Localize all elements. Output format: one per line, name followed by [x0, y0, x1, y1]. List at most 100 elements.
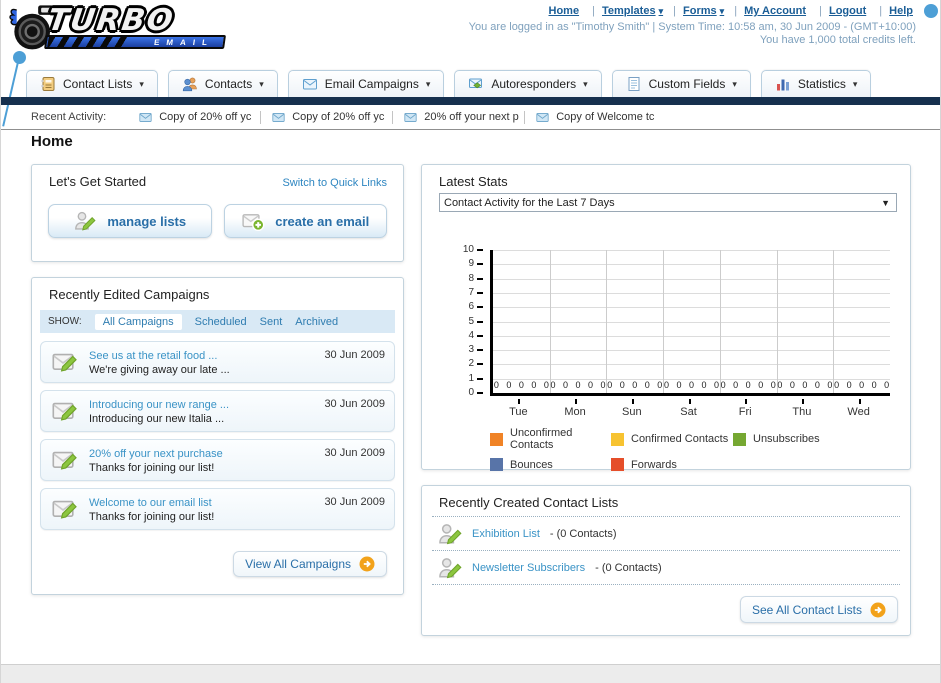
campaigns-list: See us at the retail food ... We're givi…	[40, 341, 395, 537]
switch-to-quick-links[interactable]: Switch to Quick Links	[282, 177, 387, 189]
y-axis-tick: 5	[448, 316, 483, 327]
list-edit-icon	[438, 556, 462, 580]
header-link[interactable]: Logout	[812, 5, 869, 17]
chevron-down-icon: ▾	[259, 78, 264, 89]
h-gridline	[493, 264, 890, 266]
contact-list-link[interactable]: Newsletter Subscribers	[472, 562, 585, 574]
campaign-edit-icon	[50, 495, 89, 521]
nav-tab[interactable]: Custom Fields ▾	[611, 70, 751, 97]
campaign-filter-label: All Campaigns	[102, 315, 174, 328]
app-logo[interactable]: TURBO EMAIL	[7, 3, 242, 56]
arrow-circle-icon	[870, 602, 886, 618]
campaign-title-link[interactable]: Welcome to our email list	[89, 496, 324, 510]
main-nav-tabs: Contact Lists ▾ Contacts ▾ Email Campaig…	[26, 70, 872, 97]
campaign-filter-label: Sent	[259, 315, 283, 328]
nav-tab-label: Email Campaigns	[324, 77, 419, 91]
campaign-title-link[interactable]: See us at the retail food ...	[89, 349, 324, 363]
x-axis-tick	[858, 399, 861, 404]
quick-action-button[interactable]: manage lists	[48, 204, 212, 238]
contact-list-row[interactable]: Exhibition List - (0 Contacts)	[432, 517, 900, 551]
quick-action-label: manage lists	[107, 213, 187, 229]
campaign-row[interactable]: 20% off your next purchase Thanks for jo…	[40, 439, 395, 481]
y-axis-tick: 9	[448, 258, 483, 269]
y-axis-tick: 8	[448, 273, 483, 284]
x-axis-tick	[631, 399, 634, 404]
data-value-labels: 0 0 0 0 0	[720, 380, 776, 390]
contact-lists-panel-title: Recently Created Contact Lists	[439, 495, 619, 510]
campaign-row[interactable]: Welcome to our email list Thanks for joi…	[40, 488, 395, 530]
quick-action-button[interactable]: create an email	[223, 204, 387, 238]
campaign-edit-icon	[50, 397, 89, 423]
recent-activity-item-label: Copy of 20% off yc	[159, 111, 252, 123]
recent-activity-item[interactable]: Copy of Welcome tc	[524, 110, 656, 124]
campaign-title-link[interactable]: 20% off your next purchase	[89, 447, 324, 461]
contact-list-row[interactable]: Newsletter Subscribers - (0 Contacts)	[432, 551, 900, 585]
data-value-labels: 0 0 0 0 0	[550, 380, 606, 390]
see-all-contact-lists-button[interactable]: See All Contact Lists	[739, 596, 898, 623]
campaign-row[interactable]: See us at the retail food ... We're givi…	[40, 341, 395, 383]
campaign-filter[interactable]: All Campaigns	[94, 313, 182, 330]
page-title: Home	[31, 133, 73, 150]
y-axis-tick: 7	[448, 287, 483, 298]
y-axis-tick: 1	[448, 373, 483, 384]
h-gridline	[493, 350, 890, 352]
latest-stats-panel: Latest Stats Contact Activity for the La…	[421, 164, 911, 471]
header-link-label: Home	[548, 5, 580, 17]
campaign-title-link[interactable]: Introducing our new range ...	[89, 398, 324, 412]
campaign-text: 20% off your next purchase Thanks for jo…	[89, 446, 324, 475]
h-gridline	[493, 278, 890, 280]
nav-tab[interactable]: Contact Lists ▾	[26, 70, 158, 97]
logo-email-text: EMAIL	[153, 37, 215, 47]
legend-swatch	[611, 432, 624, 446]
campaign-subtitle: We're giving away our late ...	[89, 364, 230, 376]
x-axis-tick	[745, 399, 748, 404]
recent-activity-bar: Recent Activity: Copy of 20% off yc Copy…	[1, 105, 940, 130]
campaign-row[interactable]: Introducing our new range ... Introducin…	[40, 390, 395, 432]
contact-list-link[interactable]: Exhibition List	[472, 528, 540, 540]
header-link[interactable]: My Account	[727, 5, 809, 17]
campaign-edit-icon	[50, 446, 89, 472]
v-gridline	[719, 250, 721, 393]
header-link-label: Help	[889, 5, 913, 17]
nav-tab[interactable]: Email Campaigns ▾	[287, 70, 445, 97]
contact-list-count: - (0 Contacts)	[549, 527, 617, 540]
chevron-down-icon: ▾	[425, 78, 431, 89]
footer-strip	[1, 664, 940, 683]
decorative-dot	[924, 4, 938, 18]
campaign-filter[interactable]: Sent	[260, 316, 283, 328]
recent-activity-item[interactable]: Copy of 20% off yc	[128, 111, 260, 124]
recently-created-contact-lists-panel: Recently Created Contact Lists Exhibitio…	[421, 485, 911, 636]
nav-tab[interactable]: Statistics ▾	[760, 70, 872, 97]
recent-activity-label: Recent Activity:	[31, 111, 107, 123]
h-gridline	[493, 364, 890, 366]
data-value-labels: 0 0 0 0 0	[777, 380, 833, 390]
campaign-subtitle: Introducing our new Italia ...	[89, 413, 225, 425]
recent-activity-item[interactable]: Copy of 20% off yc	[260, 110, 392, 124]
recent-activity-item-label: Copy of Welcome tc	[556, 111, 655, 123]
v-gridline	[776, 250, 778, 393]
x-axis-label: Thu	[792, 406, 812, 418]
campaign-filter[interactable]: Archived	[295, 316, 338, 328]
header-link-label: Forms	[683, 5, 717, 17]
data-value-labels: 0 0 0 0 0	[607, 380, 663, 390]
nav-tab[interactable]: Autoresponders ▾	[454, 70, 602, 97]
campaign-filter-bar: SHOW: All Campaigns Scheduled Sent Archi…	[40, 310, 395, 333]
nav-tab-icon	[302, 76, 318, 92]
v-gridline	[663, 250, 665, 393]
campaign-filter[interactable]: Scheduled	[195, 316, 247, 328]
lets-get-started-panel: Let's Get Started Switch to Quick Links …	[31, 164, 404, 262]
decorative-dot	[13, 51, 26, 64]
header-link[interactable]: Templates▾	[585, 5, 663, 17]
header-link[interactable]: Home	[549, 5, 583, 17]
recent-activity-item[interactable]: 20% off your next p	[392, 110, 524, 124]
nav-tab[interactable]: Contacts ▾	[167, 70, 278, 97]
view-all-campaigns-button[interactable]: View All Campaigns	[233, 551, 387, 577]
header-link[interactable]: Forms▾	[666, 5, 724, 17]
nav-tab-icon	[626, 76, 642, 92]
chevron-down-icon: ▾	[583, 78, 588, 89]
data-value-labels: 0 0 0 0 0	[663, 380, 719, 390]
header-link[interactable]: Help	[872, 5, 916, 17]
y-axis-tick: 6	[448, 301, 483, 312]
chevron-down-icon: ▾	[719, 6, 725, 16]
turbo-email-dashboard: TURBO EMAIL Home Templates▾ Forms▾ My Ac…	[0, 0, 941, 683]
